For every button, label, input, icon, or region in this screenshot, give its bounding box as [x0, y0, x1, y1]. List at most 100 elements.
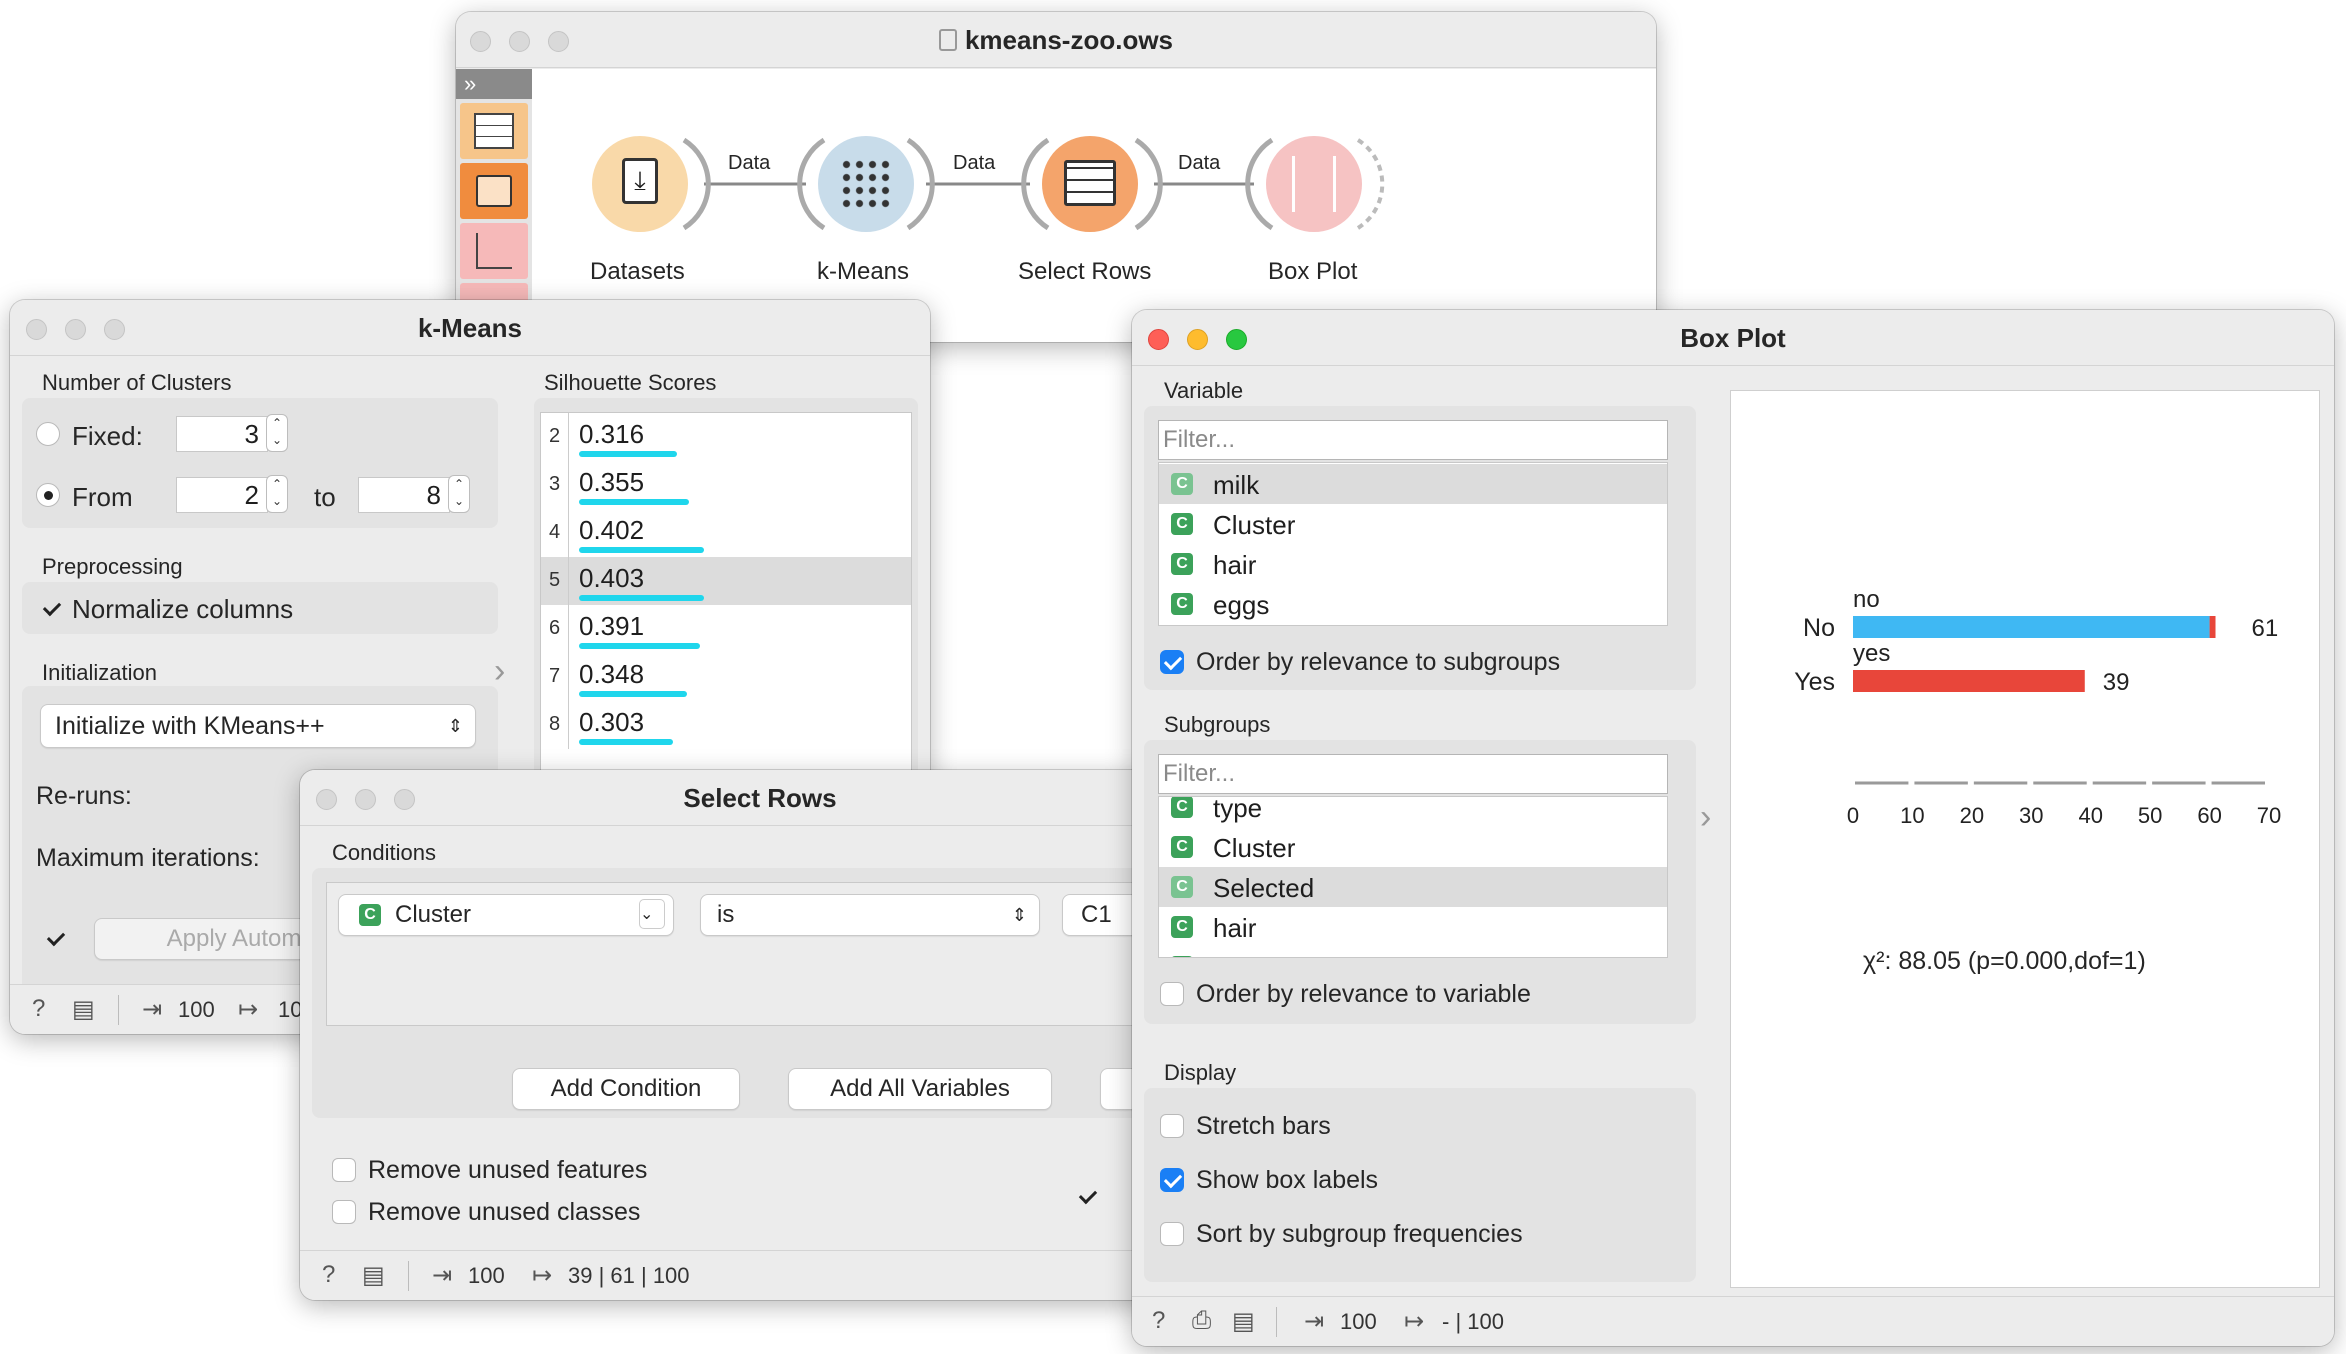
node-select-rows[interactable] [1042, 136, 1138, 232]
silhouette-score: 0.355 [579, 467, 645, 497]
categorical-icon: C [1171, 876, 1193, 898]
categorical-icon: C [1171, 553, 1193, 575]
sort-by-frequencies-label: Sort by subgroup frequencies [1196, 1220, 1523, 1248]
silhouette-row[interactable]: 5 0.403 [541, 557, 911, 605]
x-tick-label: 20 [1960, 803, 1984, 828]
bar-segment-yes [1853, 670, 2085, 692]
input-count: 100 [468, 1263, 505, 1288]
silhouette-bar [579, 499, 689, 505]
categorical-icon: C [1171, 513, 1193, 535]
variable-filter-input[interactable]: Filter... [1158, 420, 1668, 460]
output-icon: ↦ [1404, 1308, 1425, 1335]
sort-by-frequencies-checkbox[interactable] [1160, 1222, 1184, 1246]
condition-operator-value: is [717, 901, 735, 928]
silhouette-k: 5 [541, 557, 569, 605]
select-rows-statusbar: ? ▤ ⇥ 100 ↦ 39 | 61 | 100 [300, 1250, 1220, 1300]
condition-variable-select[interactable]: C Cluster ⌄ [338, 894, 674, 936]
max-iterations-label: Maximum iterations: [36, 844, 260, 872]
help-icon[interactable]: ? [1152, 1307, 1165, 1335]
help-icon[interactable]: ? [322, 1261, 335, 1289]
number-of-clusters-label: Number of Clusters [42, 370, 232, 395]
kmeans-title: k-Means [417, 313, 523, 343]
output-icon: ↦ [532, 1262, 553, 1289]
silhouette-scores-label: Silhouette Scores [544, 370, 717, 395]
report-icon[interactable]: ▤ [362, 1261, 385, 1290]
silhouette-bar [579, 739, 673, 745]
subgroup-name: feathers [1213, 953, 1307, 957]
bar-label: no [1853, 586, 1880, 613]
subgroups-list[interactable]: CtypeCClusterCSelectedChairCfeathers [1158, 796, 1668, 958]
silhouette-row[interactable]: 2 0.316 [541, 413, 911, 461]
show-box-labels-label: Show box labels [1196, 1166, 1379, 1194]
help-icon[interactable]: ? [32, 995, 45, 1023]
normalize-columns-label: Normalize columns [72, 594, 294, 624]
variable-item[interactable]: Ceggs [1159, 584, 1667, 624]
x-tick-label: 0 [1847, 803, 1859, 828]
collapse-arrow-icon[interactable]: › [1700, 798, 1711, 837]
fixed-clusters-stepper[interactable]: ⌃ ⌄ [266, 414, 288, 452]
silhouette-bar [579, 595, 704, 601]
fixed-clusters-input[interactable]: 3 [176, 416, 268, 452]
node-box-plot[interactable] [1266, 136, 1362, 232]
add-all-variables-button[interactable]: Add All Variables [788, 1068, 1052, 1110]
stretch-bars-checkbox[interactable] [1160, 1114, 1184, 1138]
silhouette-row[interactable]: 8 0.303 [541, 701, 911, 749]
subgroup-item[interactable]: C Cluster [1159, 827, 1667, 867]
variable-item[interactable]: C Cluster [1159, 504, 1667, 544]
separator [408, 1261, 409, 1291]
silhouette-row[interactable]: 7 0.348 [541, 653, 911, 701]
fixed-radio[interactable] [36, 422, 60, 446]
node-datasets[interactable]: ⤓ [592, 136, 688, 232]
order-by-variable-label: Order by relevance to variable [1196, 980, 1531, 1008]
silhouette-row[interactable]: 3 0.355 [541, 461, 911, 509]
show-box-labels-checkbox[interactable] [1160, 1168, 1184, 1192]
add-condition-button[interactable]: Add Condition [512, 1068, 740, 1110]
collapse-arrow-icon[interactable]: › [494, 652, 505, 691]
report-icon[interactable]: ▤ [72, 995, 95, 1024]
from-radio[interactable] [36, 483, 60, 507]
canvas-window: kmeans-zoo.ows » Data Data Data ⤓ Datase… [456, 12, 1656, 342]
subgroup-item[interactable]: Ctype [1159, 797, 1667, 827]
silhouette-k: 6 [541, 605, 569, 653]
subgroups-filter-placeholder: Filter... [1163, 760, 1236, 787]
order-by-variable-checkbox[interactable] [1160, 982, 1184, 1006]
from-clusters-stepper[interactable]: ⌃ ⌄ [266, 475, 288, 513]
node-kmeans[interactable] [818, 136, 914, 232]
subgroup-item[interactable]: Chair [1159, 907, 1667, 947]
silhouette-bar [579, 451, 677, 457]
silhouette-row[interactable]: 4 0.402 [541, 509, 911, 557]
to-clusters-input[interactable]: 8 [358, 477, 450, 513]
apply-automatically-checkbox[interactable] [42, 926, 66, 950]
initialization-value: Initialize with KMeans++ [55, 712, 325, 740]
box-plot-title: Box Plot [1680, 323, 1786, 353]
output-count: - | 100 [1442, 1309, 1504, 1334]
variable-item[interactable]: Chair [1159, 544, 1667, 584]
variable-label: Variable [1164, 378, 1244, 403]
silhouette-k: 8 [541, 701, 569, 749]
node-label: k-Means [817, 258, 910, 285]
subgroup-item[interactable]: Cfeathers [1159, 947, 1667, 957]
updown-chevron-icon: ⇕ [1011, 905, 1027, 925]
to-label: to [314, 482, 336, 512]
subgroups-filter-input[interactable]: Filter... [1158, 754, 1668, 794]
save-icon[interactable]: ⎙ [1192, 1307, 1211, 1335]
silhouette-row[interactable]: 6 0.391 [541, 605, 911, 653]
silhouette-score: 0.316 [579, 419, 645, 449]
report-icon[interactable]: ▤ [1232, 1307, 1255, 1336]
condition-operator-select[interactable]: is ⇕ [700, 894, 1040, 936]
initialization-select[interactable]: Initialize with KMeans++ ⇕ [40, 704, 476, 748]
subgroup-item[interactable]: C Selected [1159, 867, 1667, 907]
from-clusters-input[interactable]: 2 [176, 477, 268, 513]
variable-item[interactable]: Cmilk [1159, 464, 1667, 504]
box-plot-chart: Nono 61 Yesyes 39 0 10 20 30 40 50 60 70 [1794, 586, 2281, 828]
normalize-columns-checkbox[interactable] [38, 596, 62, 620]
order-by-subgroups-checkbox[interactable] [1160, 650, 1184, 674]
remove-unused-features-checkbox[interactable] [332, 1158, 356, 1182]
to-clusters-stepper[interactable]: ⌃ ⌄ [448, 475, 470, 513]
input-icon: ⇥ [142, 996, 163, 1023]
from-clusters-value: 2 [244, 480, 259, 510]
remove-unused-classes-checkbox[interactable] [332, 1200, 356, 1224]
categorical-icon: C [359, 904, 381, 926]
plot-area[interactable]: No no 61 Yes yes 39 0 10 20 30 40 50 60 70 χ²: 88.05 … [1730, 390, 2320, 1288]
send-automatically-checkbox[interactable] [1074, 1184, 1098, 1208]
